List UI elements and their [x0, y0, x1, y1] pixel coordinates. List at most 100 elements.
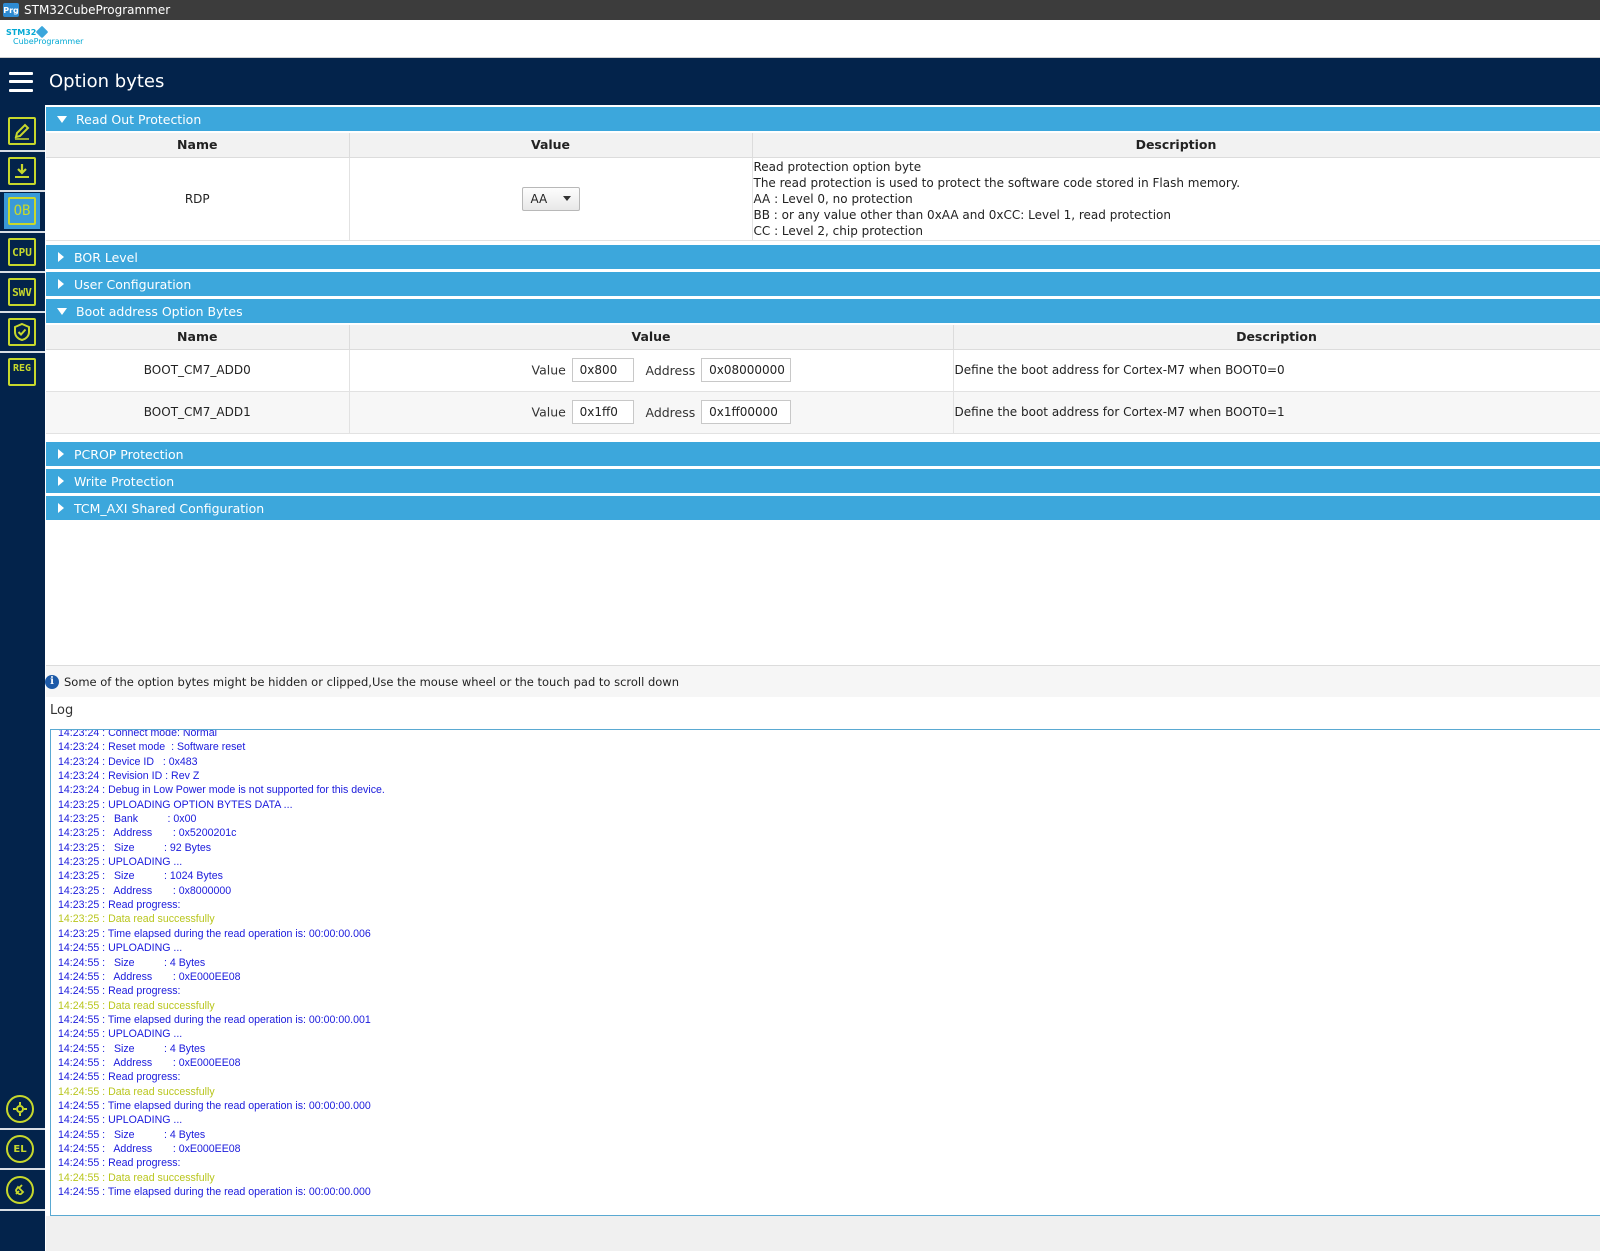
- section-title: User Configuration: [74, 276, 192, 292]
- section-title: Write Protection: [74, 473, 175, 489]
- log-line: 14:24:55 : Size : 4 Bytes: [58, 1128, 206, 1141]
- el-icon[interactable]: EL: [6, 1135, 34, 1163]
- section-user-configuration[interactable]: User Configuration: [46, 272, 1600, 296]
- section-title: BOR Level: [74, 249, 138, 265]
- download-icon: [8, 157, 36, 185]
- option-bytes-panel: Read Out Protection Name Value Descripti…: [46, 105, 1600, 665]
- section-write-protection[interactable]: Write Protection: [46, 469, 1600, 493]
- log-title: Log: [50, 703, 74, 718]
- info-icon: i: [45, 674, 59, 689]
- sidebar-divider: [0, 1168, 45, 1170]
- log-panel[interactable]: 14:23:24 : Connect mode: Normal 14:23:24 …: [50, 729, 1600, 1216]
- registers-icon: REG: [8, 358, 36, 386]
- stm32-logo: STM32 CubeProgrammer: [6, 25, 84, 46]
- log-line: 14:24:55 : Data read successfully: [58, 1171, 215, 1184]
- log-line: 14:24:55 : Size : 4 Bytes: [58, 1042, 206, 1055]
- boot-add0-address-input[interactable]: 0x08000000: [701, 358, 792, 382]
- log-line: 14:23:25 : Address : 0x8000000: [58, 884, 232, 897]
- log-line: 14:23:25 : UPLOADING ...: [58, 856, 183, 869]
- section-title: Boot address Option Bytes: [76, 303, 243, 319]
- sidebar-divider: [0, 150, 45, 152]
- log-lines: 14:23:24 : Connect mode: Normal 14:23:24 …: [51, 729, 1600, 1199]
- section-boot-address[interactable]: Boot address Option Bytes: [46, 299, 1600, 323]
- sidebar-item-registers[interactable]: REG: [4, 354, 40, 390]
- column-header-description: Description: [752, 133, 1600, 158]
- column-header-name: Name: [46, 325, 350, 350]
- table-row: BOOT_CM7_ADD0 Value 0x800 Address 0x0800…: [46, 349, 1600, 392]
- log-line: 14:24:55 : Address : 0xE000EE08: [58, 1142, 241, 1155]
- rop-table: Name Value Description RDP AA Read prote…: [46, 133, 1600, 241]
- menu-hamburger-icon[interactable]: [9, 71, 33, 92]
- log-line: 14:23:24 : Reset mode : Software reset: [58, 741, 246, 754]
- collapse-arrow-icon: [57, 115, 67, 123]
- log-line: 14:24:55 : Time elapsed during the read …: [58, 1099, 371, 1112]
- column-header-value: Value: [349, 133, 753, 158]
- sidebar-divider: [0, 1128, 45, 1130]
- section-title: TCM_AXI Shared Configuration: [74, 500, 265, 516]
- address-label: Address: [645, 404, 696, 420]
- section-pcrop-protection[interactable]: PCROP Protection: [46, 442, 1600, 466]
- sidebar-item-memory-editing[interactable]: [4, 113, 40, 149]
- log-line: 14:23:24 : Device ID : 0x483: [58, 755, 198, 768]
- section-read-out-protection[interactable]: Read Out Protection: [46, 107, 1600, 131]
- boot-row-description: Define the boot address for Cortex-M7 wh…: [953, 349, 1600, 392]
- rdp-selected-value: AA: [530, 191, 548, 206]
- sidebar-divider: [0, 231, 45, 233]
- sidebar-divider: [0, 311, 45, 313]
- sidebar-item-cpu[interactable]: CPU: [4, 234, 40, 270]
- boot-address-table: Name Value Description BOOT_CM7_ADD0 Val…: [46, 325, 1600, 434]
- rdp-description: Read protection option byte The read pro…: [753, 159, 1600, 240]
- boot-row-name: BOOT_CM7_ADD1: [46, 391, 350, 434]
- table-row: RDP AA Read protection option byte The r…: [46, 157, 1600, 241]
- expand-arrow-icon: [58, 449, 64, 459]
- log-line: 14:23:24 : Connect mode: Normal: [58, 729, 217, 739]
- log-line: 14:24:55 : Size : 4 Bytes: [58, 956, 206, 969]
- value-label: Value: [531, 362, 566, 378]
- boot-row-name: BOOT_CM7_ADD0: [46, 349, 350, 392]
- sidebar-item-security[interactable]: [4, 314, 40, 350]
- section-title: Read Out Protection: [76, 111, 202, 127]
- log-line: 14:23:25 : Time elapsed during the read …: [58, 927, 371, 940]
- collapse-arrow-icon: [57, 307, 67, 315]
- app-icon: Prg: [3, 3, 19, 17]
- section-bor-level[interactable]: BOR Level: [46, 245, 1600, 269]
- expand-arrow-icon: [58, 503, 64, 513]
- description-line: Read protection option byte: [753, 159, 922, 174]
- cpu-icon: CPU: [8, 238, 36, 266]
- expand-arrow-icon: [58, 476, 64, 486]
- log-line: 14:23:25 : Address : 0x5200201c: [58, 827, 237, 840]
- sidebar-divider: [0, 271, 45, 273]
- section-title: PCROP Protection: [74, 446, 184, 462]
- logo-line2: CubeProgrammer: [13, 37, 84, 46]
- scroll-hint-bar: i Some of the option bytes might be hidd…: [45, 665, 1600, 697]
- log-line: 14:24:55 : Address : 0xE000EE08: [58, 1056, 241, 1069]
- log-line: 14:23:25 : Data read successfully: [58, 913, 215, 926]
- swv-icon: SWV: [8, 278, 36, 306]
- column-header-name: Name: [46, 133, 350, 158]
- plug-icon[interactable]: [6, 1176, 34, 1204]
- boot-row-description: Define the boot address for Cortex-M7 wh…: [953, 391, 1600, 434]
- edit-icon: [8, 117, 36, 145]
- sidebar-item-erasing-programming[interactable]: [4, 153, 40, 189]
- window-titlebar: Prg STM32CubeProgrammer: [0, 0, 1600, 20]
- sidebar-item-option-bytes[interactable]: OB: [4, 193, 40, 229]
- log-line: 14:23:24 : Revision ID : Rev Z: [58, 770, 200, 783]
- log-line: 14:24:55 : UPLOADING ...: [58, 1028, 183, 1041]
- rdp-name: RDP: [46, 157, 350, 241]
- address-label: Address: [645, 362, 696, 378]
- section-tcm-axi-shared-configuration[interactable]: TCM_AXI Shared Configuration: [46, 496, 1600, 520]
- log-line: 14:23:24 : Debug in Low Power mode is no…: [58, 784, 385, 797]
- log-line: 14:24:55 : Time elapsed during the read …: [58, 1013, 371, 1026]
- rdp-value-select[interactable]: AA: [521, 186, 580, 211]
- sidebar-divider: [0, 190, 45, 192]
- column-header-description: Description: [953, 325, 1600, 350]
- boot-add0-value-input[interactable]: 0x800: [571, 358, 634, 382]
- log-line: 14:23:25 : UPLOADING OPTION BYTES DATA .…: [58, 798, 293, 811]
- chevron-down-icon: [562, 196, 571, 201]
- boot-add1-address-input[interactable]: 0x1ff00000: [701, 400, 792, 424]
- description-line: CC : Level 2, chip protection: [753, 224, 923, 239]
- sidebar-item-swv[interactable]: SWV: [4, 274, 40, 310]
- column-header-value: Value: [349, 325, 954, 350]
- boot-add1-value-input[interactable]: 0x1ff0: [571, 400, 634, 424]
- beta-tool-icon[interactable]: [6, 1095, 34, 1123]
